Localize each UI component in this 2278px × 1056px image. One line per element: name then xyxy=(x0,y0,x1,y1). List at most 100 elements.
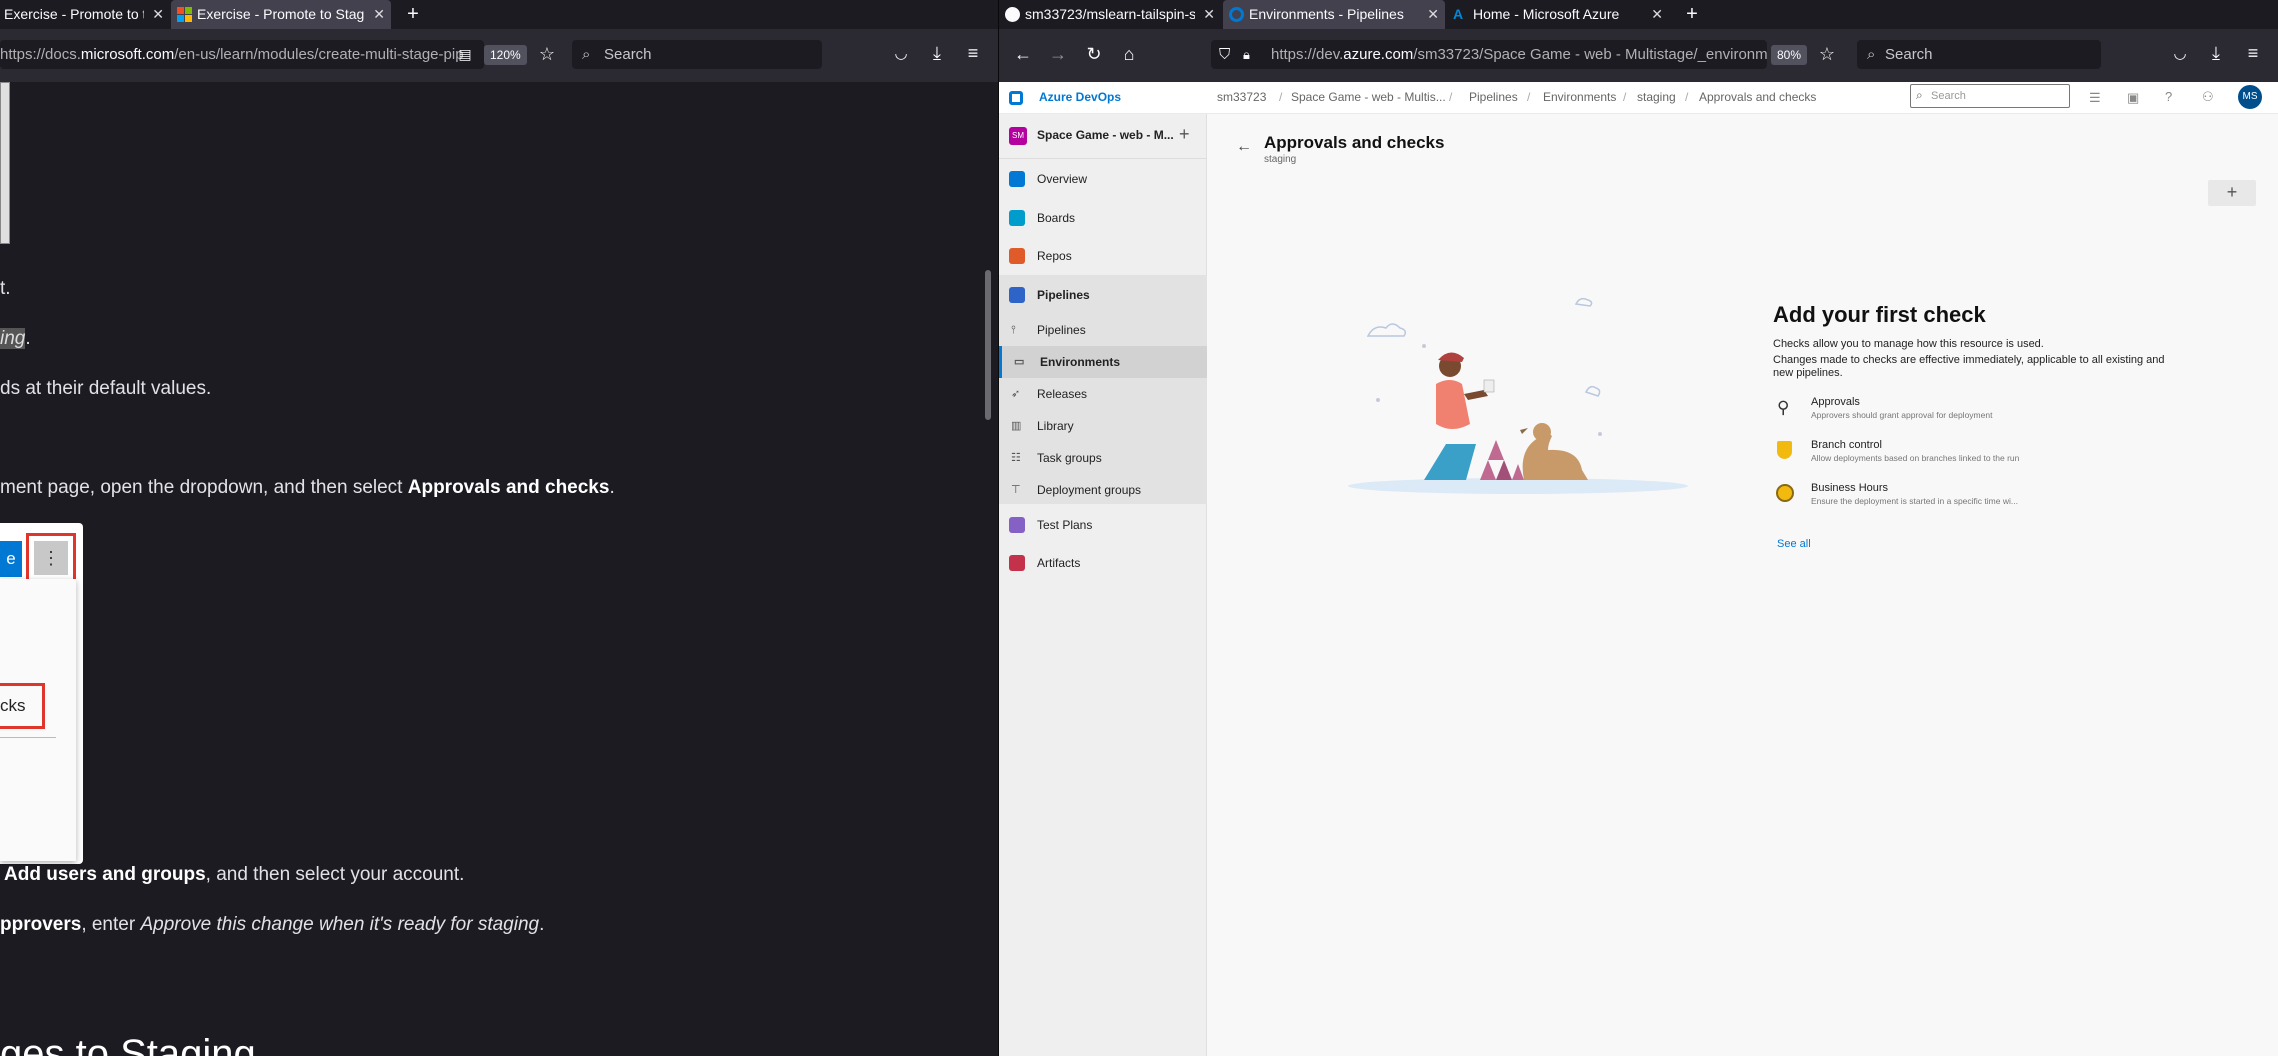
list-settings-icon[interactable]: ☰ xyxy=(2089,90,2101,106)
sidebar-item-artifacts[interactable]: Artifacts xyxy=(999,544,1207,582)
breadcrumb-environments[interactable]: Environments xyxy=(1543,90,1616,104)
branch-shield-icon xyxy=(1777,441,1792,459)
right-browser-window: sm33723/mslearn-tailspin-s ✕ Environment… xyxy=(999,0,2278,1056)
browser-tab[interactable]: A Home - Microsoft Azure ✕ xyxy=(1447,0,1669,29)
sidebar-subitem-deployment-groups[interactable]: ⊤ Deployment groups xyxy=(999,474,1207,506)
browser-tab[interactable]: Exercise - Promote to the D ✕ xyxy=(0,0,170,29)
close-tab-icon[interactable]: ✕ xyxy=(373,0,385,29)
sidebar-item-overview[interactable]: Overview xyxy=(999,160,1207,198)
breadcrumb-pipelines[interactable]: Pipelines xyxy=(1469,90,1518,104)
search-icon: ⌕ xyxy=(1916,88,1923,102)
sidebar-item-repos[interactable]: Repos xyxy=(999,237,1207,275)
home-icon[interactable]: ⌂ xyxy=(1118,44,1140,64)
sidebar-subitem-library[interactable]: ▥ Library xyxy=(999,410,1207,442)
screenshot-highlight: ⋮ xyxy=(26,533,76,583)
section-heading: ges to Staging xyxy=(0,1032,256,1056)
deployment-groups-icon: ⊤ xyxy=(1011,484,1021,496)
zoom-level[interactable]: 80% xyxy=(1771,45,1808,65)
sidebar-item-test-plans[interactable]: Test Plans xyxy=(999,506,1207,544)
downloads-icon[interactable]: ⤓ xyxy=(2205,43,2227,63)
screenshot-highlighted-item: cks xyxy=(0,683,45,729)
search-field[interactable]: ⌕ Search xyxy=(572,40,822,69)
see-all-link[interactable]: See all xyxy=(1777,538,1811,550)
sidebar-subitem-releases[interactable]: ➶ Releases xyxy=(999,378,1207,410)
pocket-icon[interactable]: ◡ xyxy=(890,44,912,64)
add-icon[interactable]: + xyxy=(1179,124,1190,145)
zoom-level[interactable]: 120% xyxy=(484,45,527,65)
bookmark-star-icon[interactable]: ☆ xyxy=(536,44,558,64)
task-groups-icon: ☷ xyxy=(1011,452,1021,464)
library-icon: ▥ xyxy=(1011,420,1022,432)
close-tab-icon[interactable]: ✕ xyxy=(152,0,164,29)
new-tab-icon[interactable]: + xyxy=(1679,0,1705,29)
article-text: pprovers, enter Approve this change when… xyxy=(0,914,545,935)
pipeline-sub-icon: ⫯ xyxy=(1011,324,1016,336)
releases-icon: ➶ xyxy=(1011,388,1021,400)
right-nav-bar: ← → ↻ ⌂ ⛉ 🔒︎ https://dev.azure.com/sm337… xyxy=(999,29,2278,82)
browser-tab-active[interactable]: Environments - Pipelines ✕ xyxy=(1223,0,1445,29)
menu-icon[interactable]: ≡ xyxy=(2242,43,2264,63)
article-content: t. ing. ds at their default values. ment… xyxy=(0,82,998,1056)
github-icon xyxy=(1005,7,1020,22)
browser-tab-active[interactable]: Exercise - Promote to Stagi ✕ xyxy=(171,0,391,29)
sidebar-subitem-task-groups[interactable]: ☷ Task groups xyxy=(999,442,1207,474)
check-option-business-hours[interactable]: Business Hours Ensure the deployment is … xyxy=(1773,482,2113,512)
back-icon[interactable]: ← xyxy=(1012,44,1034,64)
new-tab-icon[interactable]: + xyxy=(400,0,426,29)
marketplace-icon[interactable]: ▣ xyxy=(2127,90,2139,106)
downloads-icon[interactable]: ⤓ xyxy=(926,43,948,63)
empty-state-desc: Checks allow you to manage how this reso… xyxy=(1773,338,2044,350)
project-avatar: SM xyxy=(1009,127,1027,145)
user-settings-icon[interactable]: ⚇ xyxy=(2202,89,2214,105)
breadcrumb-project[interactable]: Space Game - web - Multis... xyxy=(1291,90,1446,104)
breadcrumb-current[interactable]: Approvals and checks xyxy=(1699,90,1816,104)
azure-icon: A xyxy=(1453,6,1464,22)
bookmark-star-icon[interactable]: ☆ xyxy=(1816,44,1838,64)
pipelines-icon xyxy=(1009,287,1025,303)
forward-icon[interactable]: → xyxy=(1047,44,1069,64)
left-browser-window: Exercise - Promote to the D ✕ Exercise -… xyxy=(0,0,998,1056)
search-icon: ⌕ xyxy=(582,46,591,63)
project-selector[interactable]: SM Space Game - web - M... + xyxy=(999,114,1207,158)
microsoft-icon xyxy=(177,7,192,22)
url-bar[interactable]: ⛉ 🔒︎ https://dev.azure.com/sm33723/Space… xyxy=(1211,40,1767,69)
devops-sidebar: SM Space Game - web - M... + Overview Bo… xyxy=(999,114,1207,1056)
check-option-approvals[interactable]: ⚲ Approvals Approvers should grant appro… xyxy=(1773,396,2113,426)
devops-search-input[interactable]: ⌕ Search xyxy=(1910,84,2070,108)
sidebar-subitem-environments[interactable]: ▭ Environments xyxy=(999,346,1207,378)
avatar[interactable]: MS xyxy=(2238,85,2262,109)
close-tab-icon[interactable]: ✕ xyxy=(1427,0,1439,29)
test-plans-icon xyxy=(1009,517,1025,533)
article-screenshot: e ⋮ cks xyxy=(0,523,83,864)
menu-icon[interactable]: ≡ xyxy=(962,43,984,63)
breadcrumb-org[interactable]: sm33723 xyxy=(1217,90,1266,104)
cloud-icon xyxy=(1366,323,1407,337)
help-icon[interactable]: ? xyxy=(2165,89,2172,104)
scrollbar-thumb[interactable] xyxy=(985,270,991,420)
more-options-icon: ⋮ xyxy=(34,541,68,575)
close-tab-icon[interactable]: ✕ xyxy=(1651,0,1663,29)
screenshot-button: e xyxy=(0,541,22,577)
add-check-button[interactable]: + xyxy=(2208,180,2256,206)
search-field[interactable]: ⌕ Search xyxy=(1857,40,2101,69)
browser-tab[interactable]: sm33723/mslearn-tailspin-s ✕ xyxy=(999,0,1221,29)
back-arrow-icon[interactable]: ← xyxy=(1236,138,1252,156)
brand-link[interactable]: Azure DevOps xyxy=(1039,90,1121,104)
boards-icon xyxy=(1009,210,1025,226)
pocket-icon[interactable]: ◡ xyxy=(2169,44,2191,64)
article-text: Add users and groups, and then select yo… xyxy=(4,864,465,885)
close-tab-icon[interactable]: ✕ xyxy=(1203,0,1215,29)
devops-main: ← Approvals and checks staging + Add you… xyxy=(1208,114,2278,1056)
artifacts-icon xyxy=(1009,555,1025,571)
article-text: ing. xyxy=(0,328,31,349)
screenshot-menu: cks xyxy=(0,579,76,861)
url-bar[interactable]: https://docs.microsoft.com/en-us/learn/m… xyxy=(0,40,484,69)
reader-view-icon[interactable]: ▤ xyxy=(454,44,476,64)
breadcrumb-staging[interactable]: staging xyxy=(1637,90,1676,104)
left-tab-bar: Exercise - Promote to the D ✕ Exercise -… xyxy=(0,0,998,29)
sidebar-subitem-pipelines[interactable]: ⫯ Pipelines xyxy=(999,314,1207,346)
sidebar-item-pipelines[interactable]: Pipelines xyxy=(999,276,1207,314)
sidebar-item-boards[interactable]: Boards xyxy=(999,199,1207,237)
reload-icon[interactable]: ↻ xyxy=(1083,44,1105,64)
check-option-branch-control[interactable]: Branch control Allow deployments based o… xyxy=(1773,439,2113,469)
